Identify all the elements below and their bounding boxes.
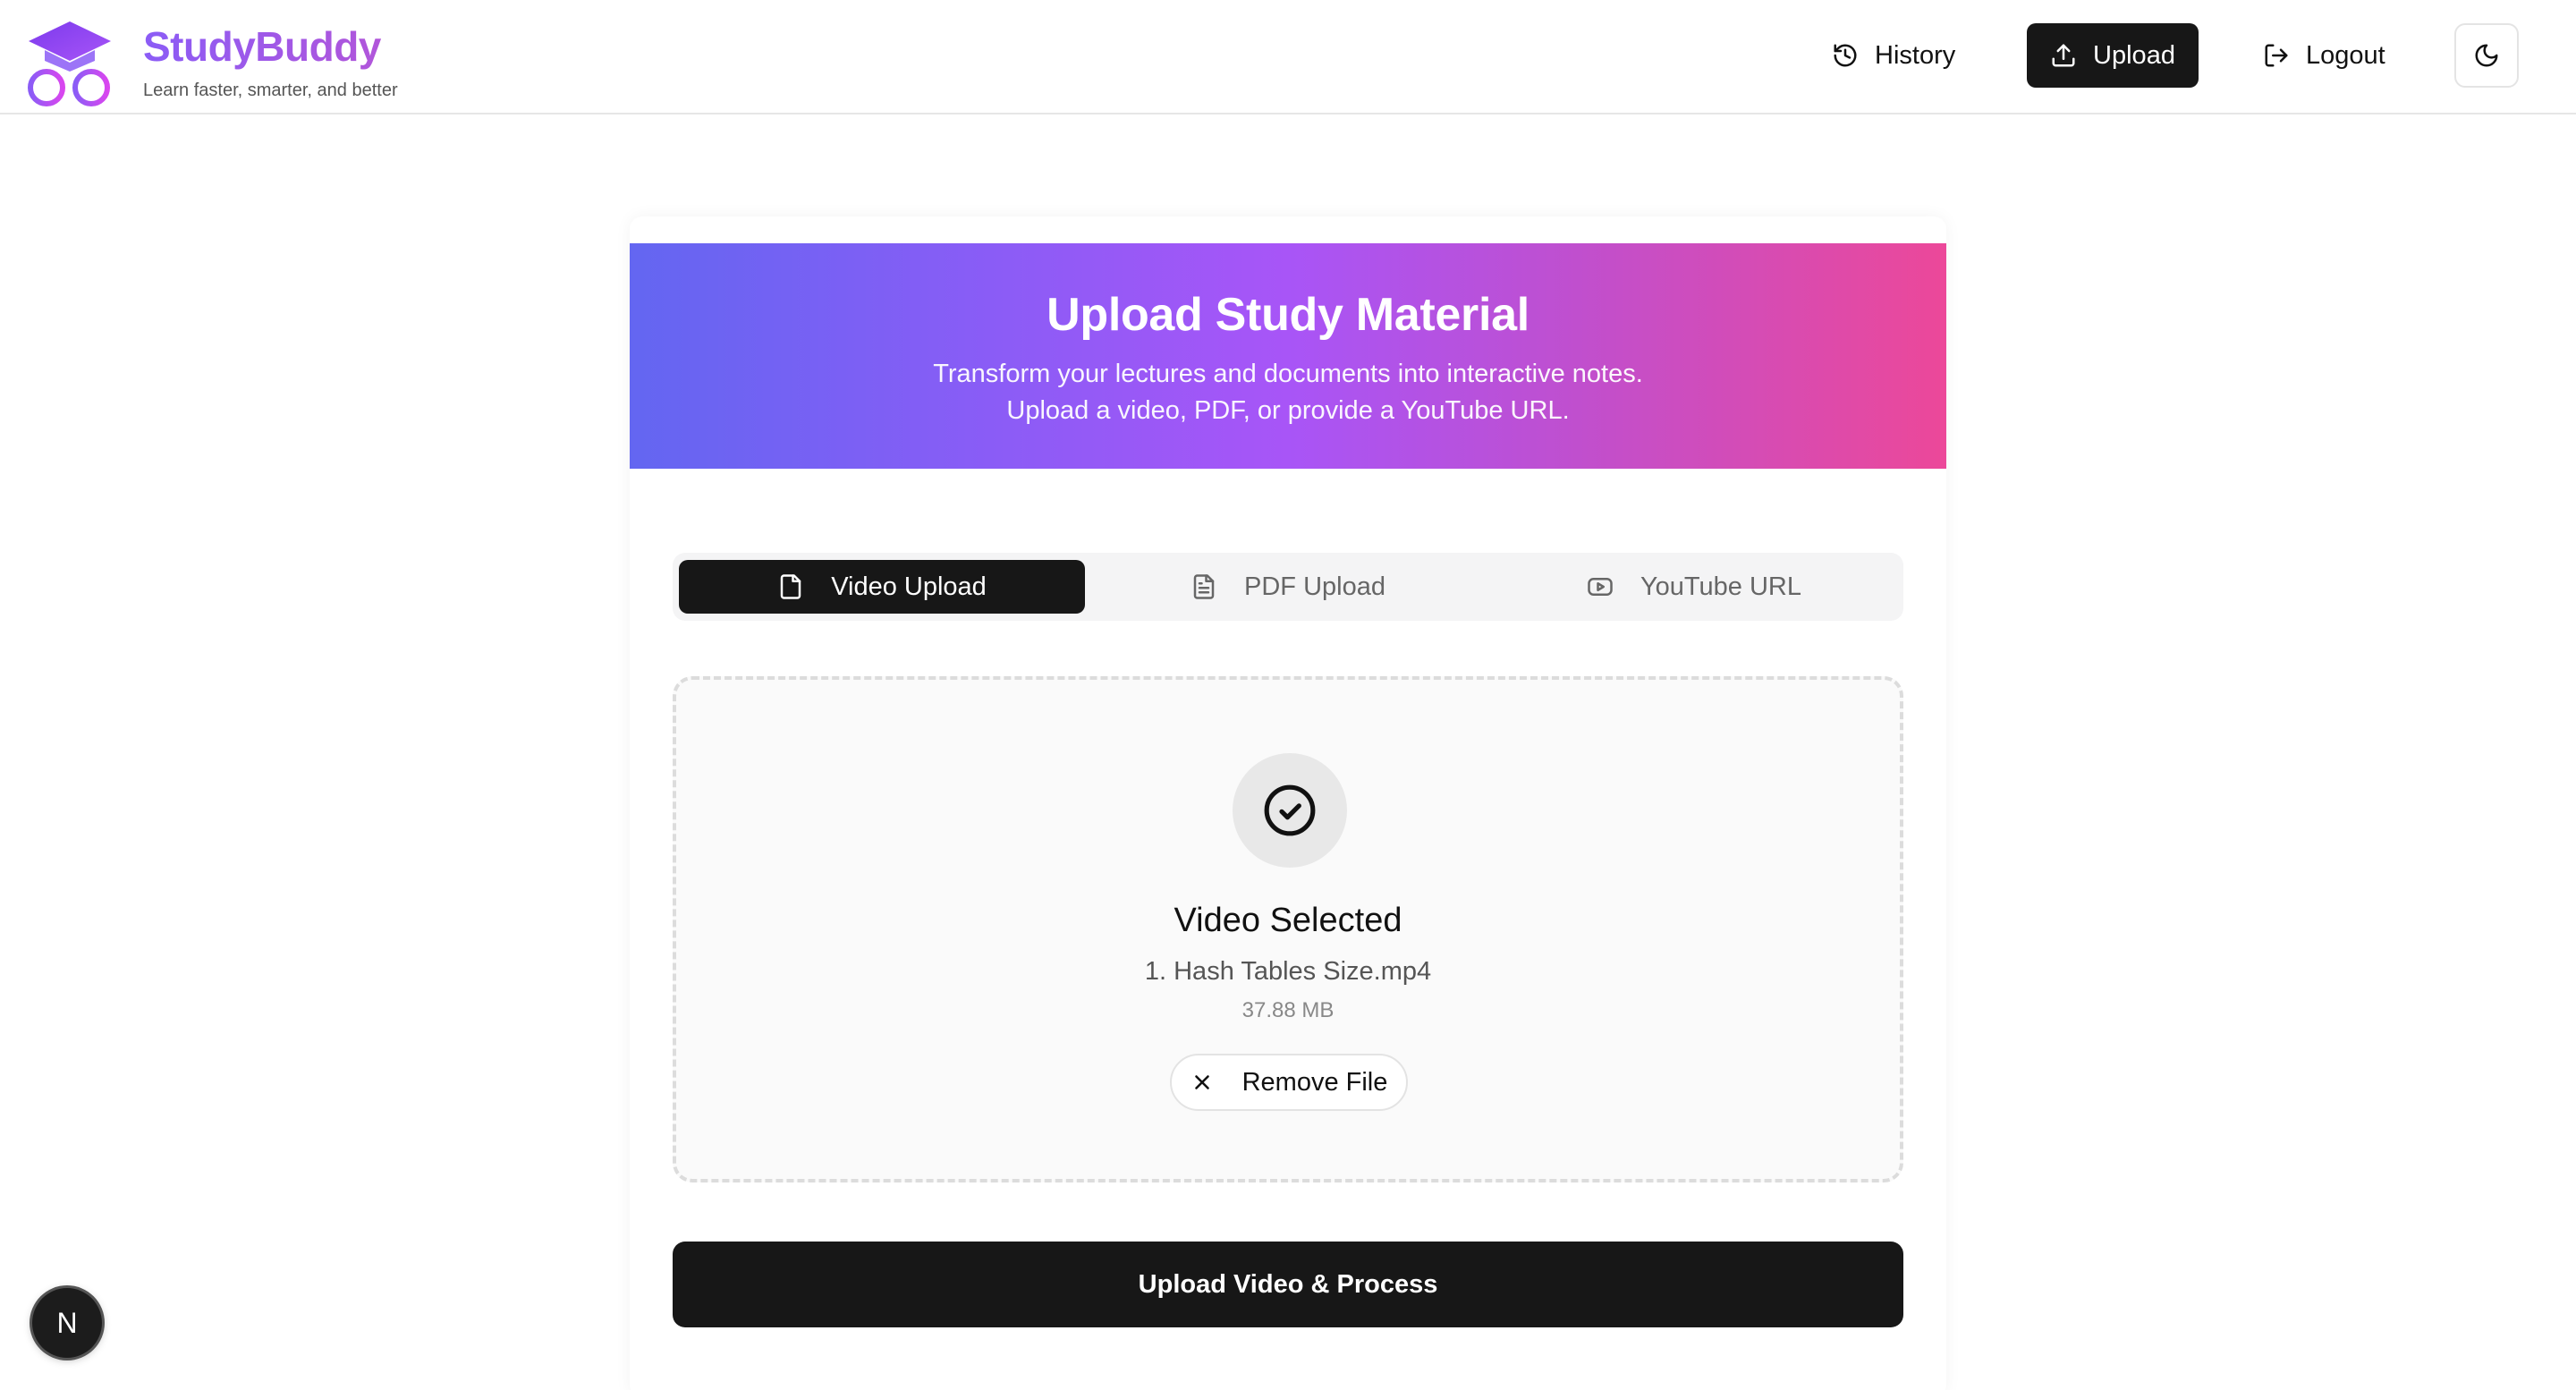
history-icon: [1834, 44, 1857, 67]
selected-file-size: 37.88 MB: [1241, 998, 1335, 1022]
youtube-icon: [1588, 578, 1613, 596]
tab-youtube-url[interactable]: YouTube URL: [1491, 560, 1897, 614]
tab-video-upload-label: Video Upload: [831, 572, 987, 601]
brand[interactable]: StudyBuddy Learn faster, smarter, and be…: [27, 20, 398, 109]
upload-type-tabs: Video Upload PDF Upload YouTube URL: [673, 553, 1903, 621]
check-circle-icon: [1264, 784, 1316, 836]
moon-icon: [2475, 44, 2498, 67]
tab-video-upload[interactable]: Video Upload: [679, 560, 1085, 614]
file-text-icon: [1193, 574, 1215, 599]
logout-button[interactable]: Logout: [2241, 23, 2407, 88]
close-icon: [1194, 1075, 1209, 1089]
upload-icon: [2052, 44, 2075, 67]
upload-process-button[interactable]: Upload Video & Process: [673, 1242, 1903, 1327]
upload-nav-button[interactable]: Upload: [2027, 23, 2199, 88]
hero-banner: Upload Study Material Transform your lec…: [630, 243, 1946, 469]
selection-title: Video Selected: [1174, 902, 1402, 939]
selected-file-name: 1. Hash Tables Size.mp4: [1144, 957, 1432, 986]
brand-name: StudyBuddy: [143, 23, 398, 70]
tab-youtube-url-label: YouTube URL: [1640, 572, 1802, 601]
logout-icon: [2265, 44, 2288, 67]
remove-file-button[interactable]: Remove File: [1170, 1054, 1408, 1111]
graduation-cap-logo-icon: [28, 21, 111, 106]
theme-toggle-button[interactable]: [2454, 23, 2519, 88]
top-navbar: StudyBuddy Learn faster, smarter, and be…: [0, 0, 2576, 114]
logout-label: Logout: [2306, 40, 2385, 70]
history-label: History: [1875, 40, 1956, 70]
brand-tagline: Learn faster, smarter, and better: [143, 81, 398, 100]
tab-pdf-upload-label: PDF Upload: [1244, 572, 1385, 601]
check-circle-badge: [1233, 753, 1347, 868]
file-icon: [780, 574, 801, 599]
remove-file-label: Remove File: [1241, 1067, 1388, 1097]
page-title: Upload Study Material: [1046, 289, 1530, 341]
hero-description-line-2: Upload a video, PDF, or provide a YouTub…: [1006, 396, 1570, 425]
dev-tools-badge[interactable]: N: [32, 1288, 102, 1358]
file-dropzone[interactable]: Video Selected 1. Hash Tables Size.mp4 3…: [673, 676, 1903, 1182]
upload-nav-label: Upload: [2093, 40, 2175, 70]
history-button[interactable]: History: [1810, 23, 1977, 88]
tab-pdf-upload[interactable]: PDF Upload: [1085, 560, 1491, 614]
hero-description-line-1: Transform your lectures and documents in…: [933, 360, 1643, 388]
